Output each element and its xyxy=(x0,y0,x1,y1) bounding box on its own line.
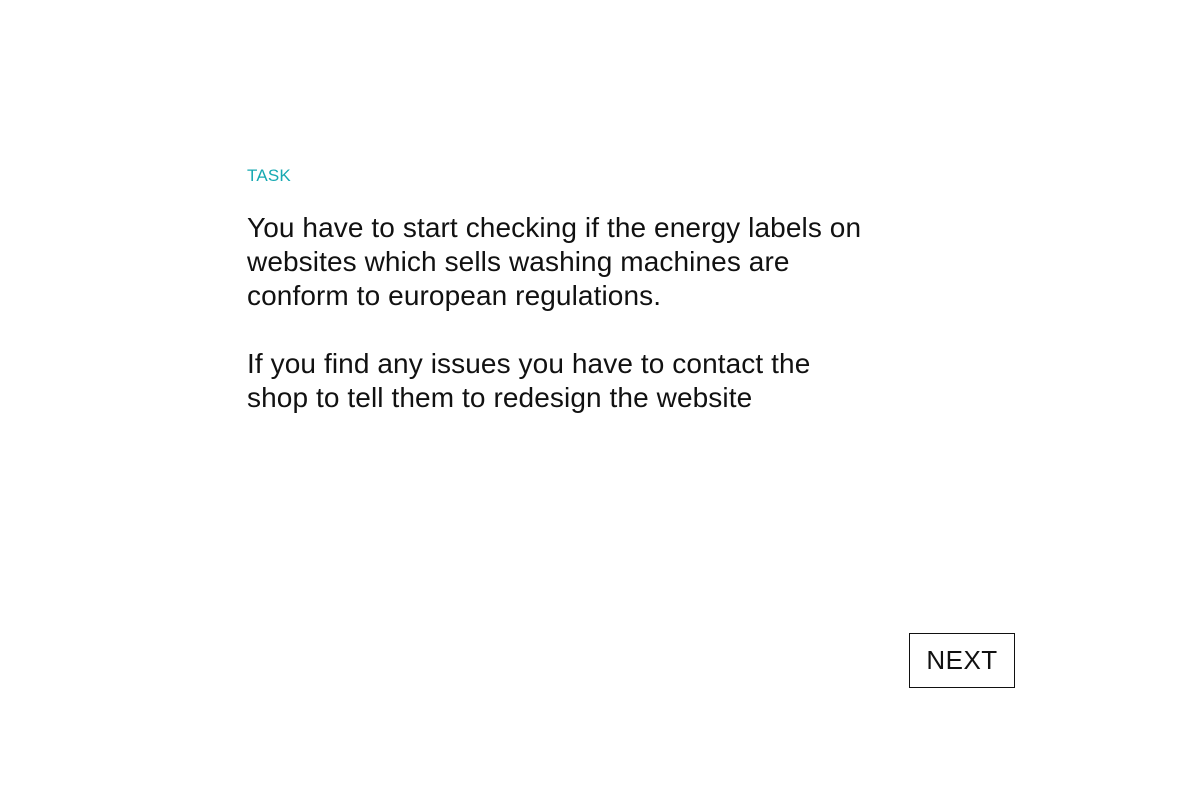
task-paragraph-2: If you find any issues you have to conta… xyxy=(247,347,947,415)
next-button[interactable]: NEXT xyxy=(909,633,1015,688)
task-page: TASK You have to start checking if the e… xyxy=(0,0,1198,786)
task-line: If you find any issues you have to conta… xyxy=(247,348,811,379)
task-description: You have to start checking if the energy… xyxy=(247,211,947,415)
task-label: TASK xyxy=(247,166,291,185)
task-line: websites which sells washing machines ar… xyxy=(247,246,790,277)
task-paragraph-1: You have to start checking if the energy… xyxy=(247,211,947,313)
task-line: shop to tell them to redesign the websit… xyxy=(247,382,753,413)
task-line: You have to start checking if the energy… xyxy=(247,212,862,243)
task-line: conform to european regulations. xyxy=(247,280,662,311)
